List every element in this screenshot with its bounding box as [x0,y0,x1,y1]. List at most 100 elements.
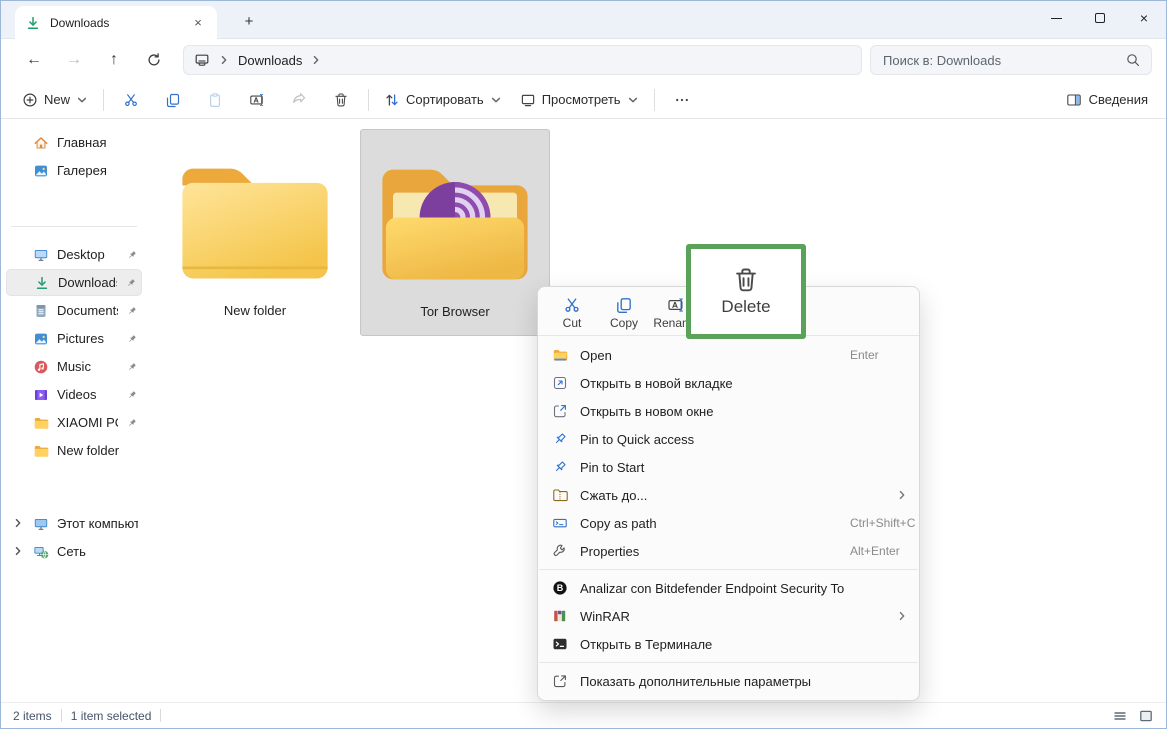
copy-path-icon [552,515,568,531]
winrar-icon [552,608,568,624]
sidebar-top-section: Главная Галерея [1,129,147,184]
submenu-chevron-icon [896,489,908,501]
window-controls: × [1034,1,1166,35]
share-icon [291,92,307,108]
icons-view-icon[interactable] [1138,708,1154,724]
minimize-button[interactable] [1034,1,1078,35]
menu-item-winrar[interactable]: WinRAR [538,602,919,630]
context-menu: CutCopyRenameDelete OpenEnterОткрыть в н… [537,286,920,701]
items-count: 2 items [13,709,52,723]
chevron-right-icon [310,54,322,66]
breadcrumb[interactable]: Downloads [183,45,862,75]
sidebar-item-new-folder[interactable]: New folder [6,437,142,464]
file-tile-tor-browser[interactable]: Tor Browser [360,129,550,336]
trash-icon [333,92,349,108]
paste-button[interactable] [194,85,236,115]
sort-icon [384,92,400,108]
sidebar-item-desktop[interactable]: Desktop [6,241,142,268]
delete-annotation-label: Delete [721,297,770,317]
menu-item-открыть-в-терминале[interactable]: Открыть в Терминале [538,630,919,658]
menu-item-label: Открыть в новой вкладке [580,376,733,391]
file-tile-label: Tor Browser [420,304,489,319]
sort-button[interactable]: Сортировать [375,85,511,115]
sidebar-item-downloads[interactable]: Downloads [6,269,142,296]
zip-icon [552,487,568,503]
sidebar-item-главная[interactable]: Главная [6,129,142,156]
delete-annotation-box[interactable]: Delete [686,244,806,339]
status-divider [160,709,161,722]
sidebar-pinned-section: DesktopDownloadsDocuments Pictures MusicVi… [1,241,147,464]
menu-item-label: Pin to Start [580,460,644,475]
menu-item-label: Open [580,348,612,363]
this-pc-icon [33,516,49,532]
new-plus-icon [22,92,38,108]
chevron-down-icon [76,94,88,106]
terminal-icon [552,636,568,652]
file-tile-new-folder[interactable]: New folder [160,129,350,336]
context-menu-items: OpenEnter Открыть в новой вкладке Открыть … [538,336,919,695]
view-button[interactable]: Просмотреть [511,85,648,115]
cut-button[interactable] [110,85,152,115]
sidebar-item-label: Главная [57,135,106,150]
tab-label: Downloads [50,16,109,30]
menu-item-open[interactable]: OpenEnter [538,341,919,369]
sidebar-item-галерея[interactable]: Галерея [6,157,142,184]
copy-icon [615,296,633,314]
rename-button[interactable] [236,85,278,115]
menu-item-copy-as-path[interactable]: Copy as pathCtrl+Shift+C [538,509,919,537]
context-command-copy[interactable]: Copy [598,293,650,330]
new-button[interactable]: New [13,85,97,115]
open-folder-icon [552,347,568,363]
search-input[interactable] [881,52,1125,69]
sidebar-item-xiaomi-poco-f[interactable]: XIAOMI POCO F [6,409,142,436]
up-button[interactable]: ↑ [95,45,133,75]
copy-button[interactable] [152,85,194,115]
menu-item-shortcut: Ctrl+Shift+C [850,516,915,530]
sidebar-item-label: Pictures [57,331,104,346]
details-icon [1066,92,1082,108]
close-button[interactable]: × [1122,1,1166,35]
menu-item-pin-to-quick-access[interactable]: Pin to Quick access [538,425,919,453]
menu-item-label: Properties [580,544,639,559]
share-button[interactable] [278,85,320,115]
menu-item-открыть-в-новой-вкладке[interactable]: Открыть в новой вкладке [538,369,919,397]
tab-downloads[interactable]: Downloads × [15,6,217,39]
list-view-icon[interactable] [1112,708,1128,724]
maximize-button[interactable] [1078,1,1122,35]
sidebar-item-label: Этот компьютер [57,516,138,531]
sidebar-item-label: XIAOMI POCO F [57,415,118,430]
menu-item-открыть-в-новом-окне[interactable]: Открыть в новом окне [538,397,919,425]
forward-button[interactable]: → [55,45,93,75]
status-view-toggles [1112,708,1154,724]
refresh-button[interactable] [135,45,173,75]
details-button[interactable]: Сведения [1060,92,1154,108]
view-button-label: Просмотреть [542,92,621,107]
sidebar-item-этот-компьютер[interactable]: Этот компьютер [6,510,142,537]
more-button[interactable] [661,85,703,115]
videos-icon [33,387,49,403]
rename-icon [667,296,685,314]
delete-button[interactable] [320,85,362,115]
menu-item-сжать-до[interactable]: Сжать до... [538,481,919,509]
new-tab-button[interactable]: + [237,10,261,32]
sidebar-item-videos[interactable]: Videos [6,381,142,408]
sidebar-item-сеть[interactable]: Сеть [6,538,142,565]
menu-item-показать-дополнительные-параметры[interactable]: Показать дополнительные параметры [538,667,919,695]
address-bar: ← → ↑ Downloads [1,39,1166,81]
sidebar-item-documents[interactable]: Documents [6,297,142,324]
downloads-icon [34,275,50,291]
menu-item-analizar-con-bitdefender-endpoint-security-to[interactable]: BAnalizar con Bitdefender Endpoint Secur… [538,574,919,602]
search-box[interactable] [870,45,1152,75]
context-command-cut[interactable]: Cut [546,293,598,330]
menu-item-pin-to-start[interactable]: Pin to Start [538,453,919,481]
tor-folder-large [369,133,541,295]
sidebar-item-pictures[interactable]: Pictures [6,325,142,352]
menu-item-label: Открыть в Терминале [580,637,712,652]
back-button[interactable]: ← [15,45,53,75]
sidebar-item-music[interactable]: Music [6,353,142,380]
sidebar-tree-section: Этот компьютер Сеть [1,510,147,565]
view-icon [520,92,536,108]
breadcrumb-item-downloads[interactable]: Downloads [238,53,302,68]
menu-item-properties[interactable]: PropertiesAlt+Enter [538,537,919,565]
tab-close-icon[interactable]: × [189,15,207,30]
